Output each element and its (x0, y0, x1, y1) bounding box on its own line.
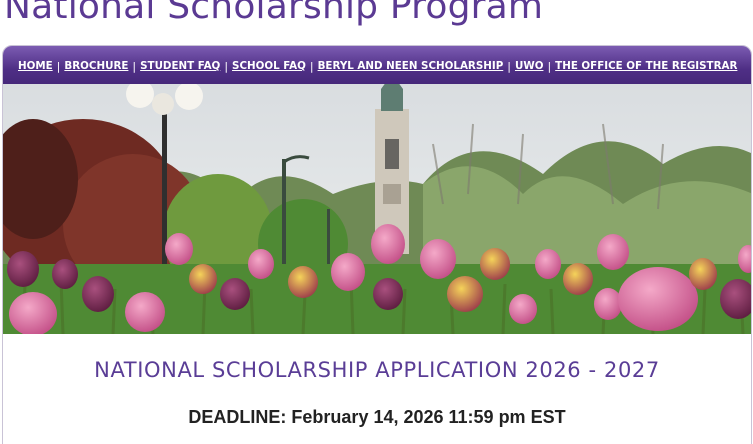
application-heading: NATIONAL SCHOLARSHIP APPLICATION 2026 - … (94, 358, 660, 382)
nav-separator: | (224, 59, 229, 73)
nav-link-brochure[interactable]: BROCHURE (64, 60, 128, 72)
nav-separator: | (547, 59, 552, 73)
content-frame: HOME | BROCHURE | STUDENT FAQ | SCHOOL F… (2, 45, 752, 444)
nav-separator: | (132, 59, 137, 73)
main-nav: HOME | BROCHURE | STUDENT FAQ | SCHOOL F… (3, 46, 751, 84)
site-title: National Scholarship Program (4, 0, 544, 27)
deadline-value: February 14, 2026 11:59 pm EST (291, 407, 566, 427)
nav-link-uwo[interactable]: UWO (515, 60, 543, 72)
nav-link-student-faq[interactable]: STUDENT FAQ (140, 60, 220, 72)
hero-image (3, 84, 751, 334)
deadline-label: DEADLINE: (188, 407, 287, 427)
nav-link-school-faq[interactable]: SCHOOL FAQ (232, 60, 306, 72)
nav-link-registrar[interactable]: THE OFFICE OF THE REGISTRAR (555, 60, 737, 72)
nav-separator: | (309, 59, 314, 73)
nav-link-beryl-neen-scholarship[interactable]: BERYL AND NEEN SCHOLARSHIP (318, 60, 504, 72)
nav-separator: | (507, 59, 511, 73)
deadline-line: DEADLINE: February 14, 2026 11:59 pm EST (3, 407, 751, 428)
nav-separator: | (56, 59, 61, 73)
nav-link-home[interactable]: HOME (18, 60, 53, 72)
